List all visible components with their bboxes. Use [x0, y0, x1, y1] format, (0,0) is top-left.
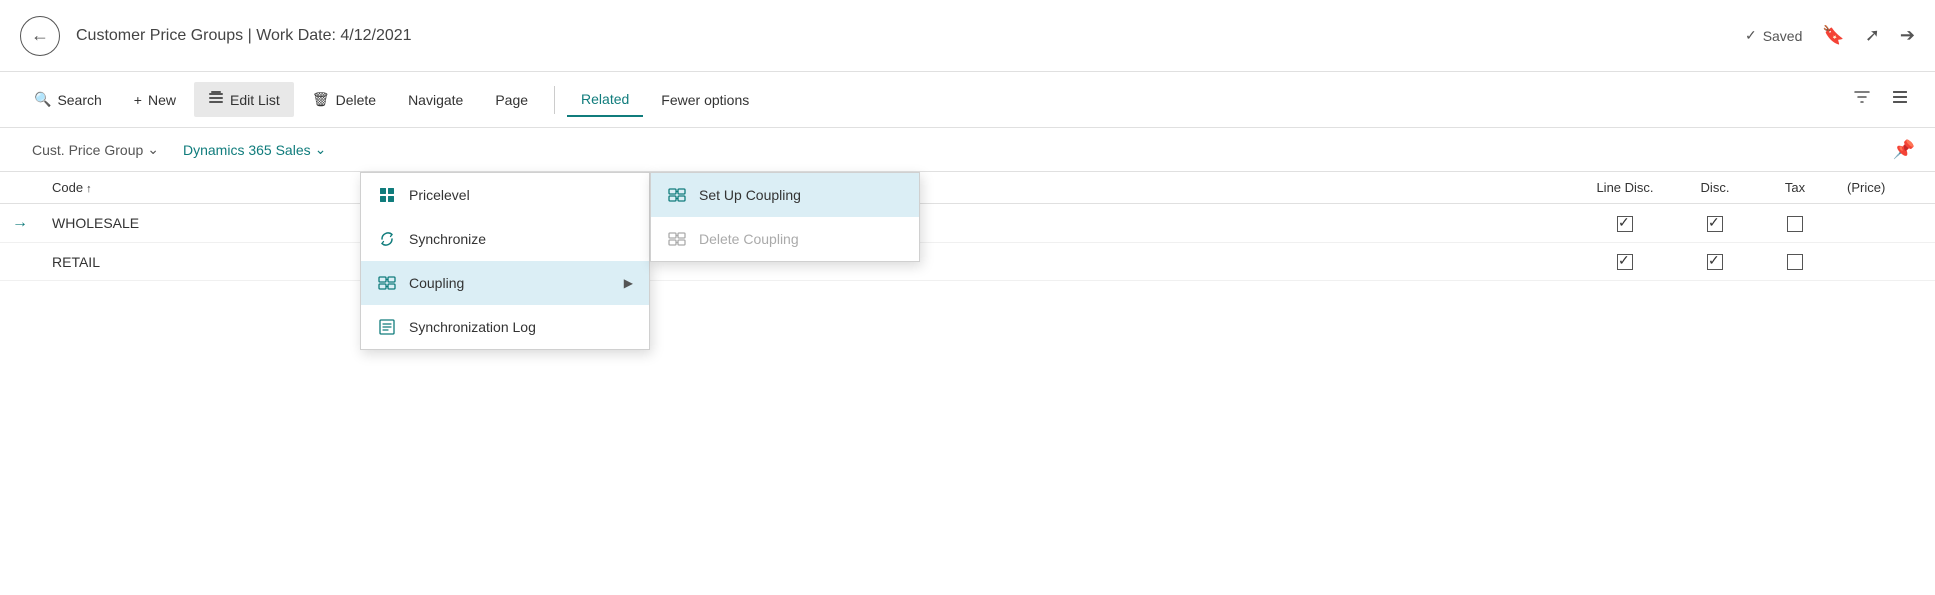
header-actions: ✓ Saved 🔖 ➚ ➔	[1745, 25, 1915, 46]
synchronize-label: Synchronize	[409, 231, 486, 247]
pricelevel-label: Pricelevel	[409, 187, 470, 203]
related-button[interactable]: Related	[567, 83, 643, 117]
line-disc-header[interactable]: Line Disc.	[1575, 172, 1675, 204]
row-arrow: →	[0, 204, 40, 243]
dropdown-item-synchronize[interactable]: Synchronize	[361, 217, 649, 261]
toolbar: 🔍 Search + New Edit List 🗑 Delete Naviga…	[0, 72, 1935, 128]
top-bar: ← Customer Price Groups | Work Date: 4/1…	[0, 0, 1935, 72]
row-spacer	[1175, 243, 1575, 281]
chevron-down-icon: ⌄	[315, 141, 327, 158]
toolbar-separator	[554, 86, 555, 114]
checkbox-tax[interactable]	[1787, 254, 1803, 270]
checkmark-icon: ✓	[1745, 27, 1757, 44]
sync-log-label: Synchronization Log	[409, 319, 536, 335]
data-table: Code Line Disc. Disc. Tax (Price) → WHOL…	[0, 172, 1935, 281]
disc-header[interactable]: Disc.	[1675, 172, 1755, 204]
chevron-right-icon: ▶	[624, 276, 633, 290]
arrow-header	[0, 172, 40, 204]
submenu-item-delete-coupling: Delete Coupling	[651, 217, 919, 261]
row-tax[interactable]	[1755, 243, 1835, 281]
pin-button[interactable]: 📌	[1893, 139, 1915, 160]
cust-price-group-button[interactable]: Cust. Price Group ⌄	[20, 135, 171, 164]
delete-icon: 🗑	[312, 91, 330, 108]
dynamics-365-sales-button[interactable]: Dynamics 365 Sales ⌄	[171, 135, 338, 164]
delete-coupling-label: Delete Coupling	[699, 231, 799, 247]
setup-coupling-icon	[667, 185, 687, 205]
toolbar-right	[1847, 82, 1915, 117]
row-spacer	[1175, 204, 1575, 243]
navigate-button[interactable]: Navigate	[394, 84, 477, 116]
new-button[interactable]: + New	[120, 84, 190, 116]
spacer-header	[1175, 172, 1575, 204]
checkbox-line-disc[interactable]	[1617, 254, 1633, 270]
edit-list-button[interactable]: Edit List	[194, 82, 294, 117]
row-line-disc[interactable]	[1575, 204, 1675, 243]
dropdown-item-sync-log[interactable]: Synchronization Log	[361, 305, 649, 349]
submenu-item-setup-coupling[interactable]: Set Up Coupling	[651, 173, 919, 217]
pricelevel-icon	[377, 185, 397, 205]
share-button[interactable]: ➚	[1865, 25, 1880, 46]
expand-button[interactable]: ➔	[1900, 25, 1915, 46]
dropdown-menu: Pricelevel Synchronize	[360, 172, 650, 350]
page-button[interactable]: Page	[481, 84, 542, 116]
back-button[interactable]: ←	[20, 16, 60, 56]
sync-icon	[377, 229, 397, 249]
list-view-button[interactable]	[1885, 82, 1915, 117]
checkbox-line-disc[interactable]	[1617, 216, 1633, 232]
table-row[interactable]: RETAIL	[0, 243, 1935, 281]
table-header-row: Code Line Disc. Disc. Tax (Price)	[0, 172, 1935, 204]
search-icon: 🔍	[34, 91, 51, 108]
chevron-down-icon: ⌄	[147, 141, 159, 158]
row-price	[1835, 204, 1935, 243]
row-price	[1835, 243, 1935, 281]
submenu: Set Up Coupling Delete Coupling	[650, 172, 920, 262]
checkbox-disc[interactable]	[1707, 254, 1723, 270]
plus-icon: +	[134, 92, 142, 108]
setup-coupling-label: Set Up Coupling	[699, 187, 801, 203]
coupling-label: Coupling	[409, 275, 464, 291]
table-row[interactable]: → WHOLESALE	[0, 204, 1935, 243]
dropdown-item-coupling[interactable]: Coupling ▶	[361, 261, 649, 305]
row-tax[interactable]	[1755, 204, 1835, 243]
search-button[interactable]: 🔍 Search	[20, 83, 116, 116]
checkbox-disc[interactable]	[1707, 216, 1723, 232]
column-bar: Cust. Price Group ⌄ Dynamics 365 Sales ⌄…	[0, 128, 1935, 172]
row-disc[interactable]	[1675, 204, 1755, 243]
bookmark-button[interactable]: 🔖	[1822, 25, 1844, 46]
row-line-disc[interactable]	[1575, 243, 1675, 281]
table-container: Code Line Disc. Disc. Tax (Price) → WHOL…	[0, 172, 1935, 281]
price-header[interactable]: (Price)	[1835, 172, 1935, 204]
row-arrow	[0, 243, 40, 281]
coupling-icon	[377, 273, 397, 293]
saved-text: Saved	[1763, 28, 1803, 44]
sync-log-icon	[377, 317, 397, 337]
tax-header[interactable]: Tax	[1755, 172, 1835, 204]
saved-indicator: ✓ Saved	[1745, 27, 1802, 44]
delete-button[interactable]: 🗑 Delete	[298, 83, 390, 116]
fewer-options-button[interactable]: Fewer options	[647, 84, 763, 116]
delete-coupling-icon	[667, 229, 687, 249]
dropdown-item-pricelevel[interactable]: Pricelevel	[361, 173, 649, 217]
row-disc[interactable]	[1675, 243, 1755, 281]
edit-list-icon	[208, 90, 224, 109]
page-title: Customer Price Groups | Work Date: 4/12/…	[76, 27, 1729, 45]
checkbox-tax[interactable]	[1787, 216, 1803, 232]
filter-button[interactable]	[1847, 82, 1877, 117]
